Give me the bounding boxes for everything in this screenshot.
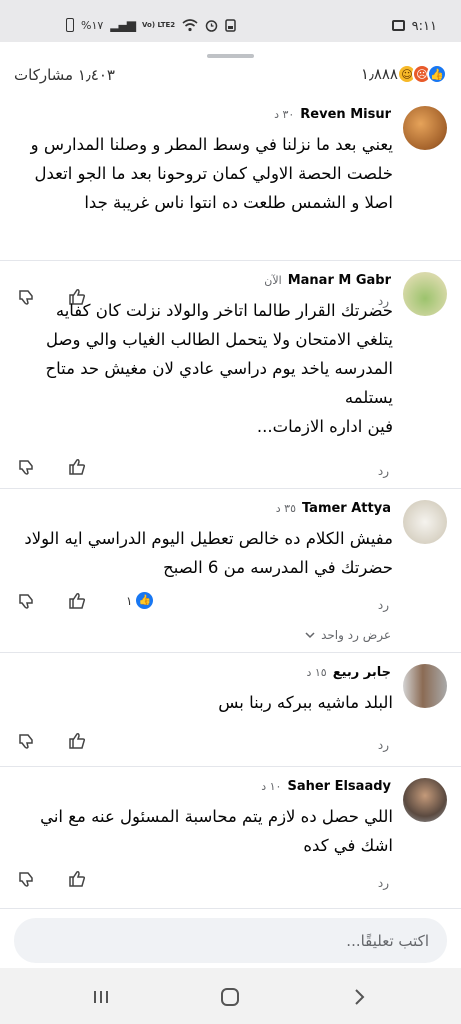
home-icon [221, 988, 239, 1006]
view-replies-label: عرض رد واحد [321, 628, 391, 642]
recent-apps-icon [94, 991, 108, 1003]
avatar[interactable] [403, 778, 447, 822]
avatar[interactable] [403, 106, 447, 150]
comments-sheet: ١٫٨٨٨ ☺ ☹ 👍 ١٫٤٠٣ مشاركات ٣٠ د Reven Mis… [0, 42, 461, 1024]
divider [0, 908, 461, 909]
reply-button[interactable]: رد [378, 598, 389, 612]
comment-time: ١٥ د [306, 666, 327, 679]
signal-icon: ▂▄▆ [110, 18, 136, 32]
dislike-icon[interactable] [18, 870, 36, 888]
comment-composer[interactable] [14, 918, 447, 963]
reaction-count[interactable]: ١٫٨٨٨ [361, 65, 398, 83]
system-nav-bar [0, 968, 461, 1024]
dislike-icon[interactable] [18, 592, 36, 610]
comment-time: الآن [264, 274, 282, 287]
like-count-number: ١ [126, 593, 133, 608]
volte-label: Vo) LTE2 [141, 20, 176, 29]
avatar[interactable] [403, 272, 447, 316]
back-icon [355, 989, 365, 1005]
avatar[interactable] [403, 500, 447, 544]
comment-text: يعني بعد ما نزلنا في وسط المطر و وصلنا ا… [30, 135, 393, 212]
comment-time: ٣٥ د [275, 502, 296, 515]
shares-count[interactable]: ١٫٤٠٣ مشاركات [14, 66, 115, 84]
commenter-name[interactable]: Manar M Gabr [288, 273, 391, 288]
like-icon[interactable] [68, 458, 86, 476]
recent-apps-button[interactable] [86, 982, 116, 1012]
comment-text: مفيش الكلام ده خالص تعطيل اليوم الدراسي … [24, 529, 393, 577]
save-icon [225, 18, 236, 32]
reactions-summary[interactable]: ١٫٨٨٨ ☺ ☹ 👍 [361, 64, 447, 84]
dislike-icon[interactable] [18, 458, 36, 476]
divider [0, 766, 461, 767]
divider [0, 260, 461, 261]
commenter-name[interactable]: Reven Misur [300, 107, 391, 122]
comment-text: حضرتك القرار طالما اتاخر والولاد نزلت كا… [45, 301, 393, 436]
divider [0, 652, 461, 653]
reply-button[interactable]: رد [378, 464, 389, 478]
battery-icon [66, 18, 74, 32]
commenter-name[interactable]: جابر ربيع [333, 665, 391, 680]
comment-input[interactable] [14, 918, 447, 963]
gallery-icon [392, 20, 405, 31]
commenter-name[interactable]: Tamer Attya [302, 501, 391, 516]
like-icon[interactable] [68, 592, 86, 610]
like-emoji-icon: 👍 [427, 64, 447, 84]
back-button[interactable] [344, 982, 374, 1012]
status-time: ٩:١١ [411, 19, 437, 34]
comment-text: البلد ماشيه ببركه ربنا بس [218, 693, 393, 712]
comment-time: ٣٠ د [274, 108, 295, 121]
like-icon[interactable] [68, 732, 86, 750]
chevron-down-icon [305, 631, 315, 638]
divider [0, 488, 461, 489]
reply-button[interactable]: رد [378, 738, 389, 752]
status-bar: %١٧ ▂▄▆ Vo) LTE2 ٩:١١ [0, 0, 461, 42]
wifi-icon [182, 18, 198, 31]
dislike-icon[interactable] [18, 732, 36, 750]
comment-time: ١٠ د [261, 780, 282, 793]
battery-percent: %١٧ [81, 18, 104, 32]
comment-text: اللي حصل ده لازم يتم محاسبة المسئول عنه … [40, 807, 393, 855]
commenter-name[interactable]: Saher Elsaady [287, 779, 391, 794]
home-button[interactable] [215, 982, 245, 1012]
avatar[interactable] [403, 664, 447, 708]
like-icon[interactable] [68, 870, 86, 888]
alarm-icon [205, 19, 218, 32]
status-icons-left: %١٧ ▂▄▆ Vo) LTE2 [66, 18, 236, 32]
view-replies-button[interactable]: عرض رد واحد [305, 628, 391, 642]
drag-handle[interactable] [207, 54, 254, 58]
like-reaction-icon: 👍 [136, 592, 154, 609]
reply-button[interactable]: رد [378, 876, 389, 890]
comment-like-count[interactable]: ١ 👍 [126, 592, 154, 609]
